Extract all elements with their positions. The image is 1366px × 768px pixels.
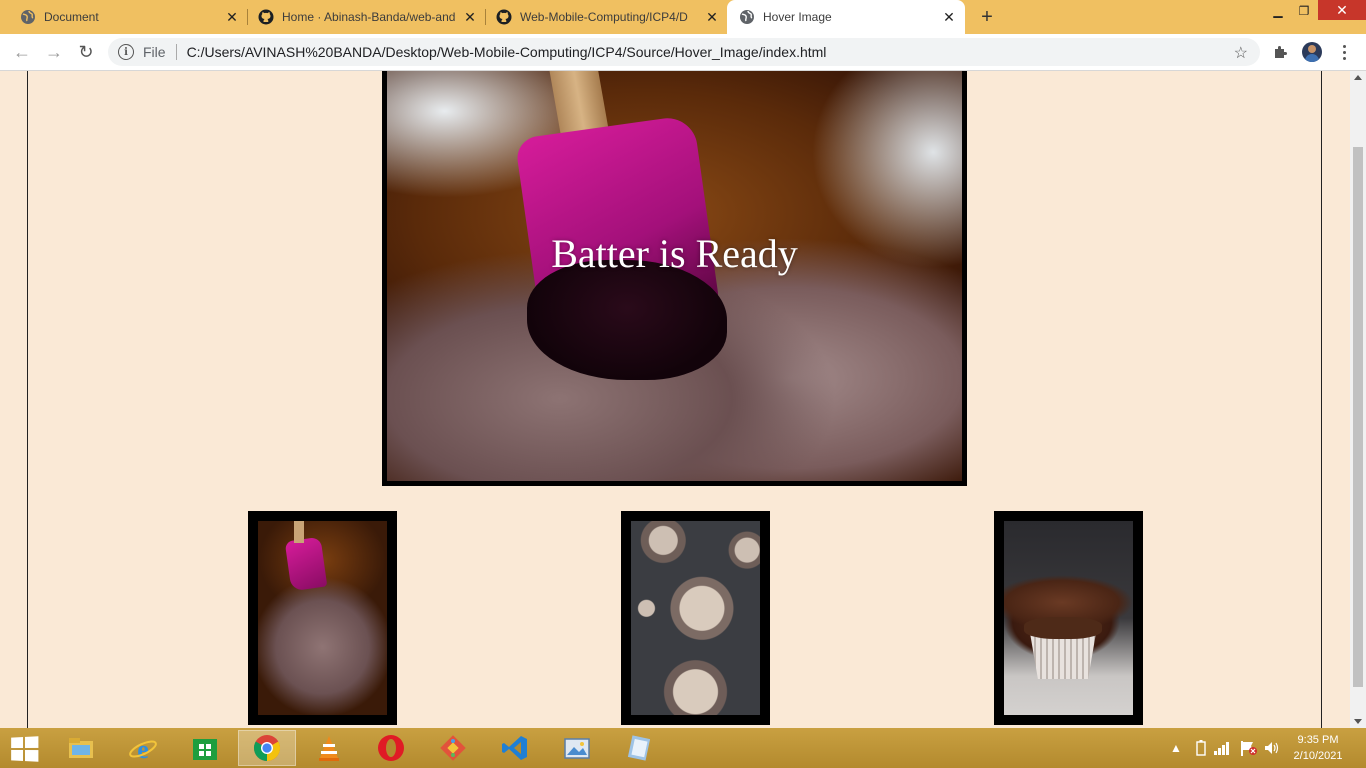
main-image-caption: Batter is Ready: [551, 231, 798, 276]
info-icon[interactable]: i: [118, 44, 134, 60]
close-tab-icon[interactable]: ✕: [941, 9, 957, 25]
photos-icon[interactable]: [548, 730, 606, 766]
spatula-tip-graphic: [527, 260, 727, 380]
page-border-right: [1321, 71, 1322, 728]
windows-start-icon[interactable]: [11, 736, 39, 762]
tab-title: Hover Image: [763, 10, 832, 24]
notepad-icon[interactable]: [610, 730, 668, 766]
new-tab-button[interactable]: +: [976, 6, 998, 28]
chrome-icon[interactable]: [238, 730, 296, 766]
more-menu-icon[interactable]: [1334, 42, 1354, 62]
main-image-batter: Batter is Ready: [387, 71, 962, 481]
globe-icon: [740, 10, 754, 24]
file-explorer-icon[interactable]: [52, 730, 110, 766]
scroll-up-arrow-icon[interactable]: [1354, 75, 1362, 80]
github-icon: [258, 9, 274, 25]
tab-hover-image[interactable]: Hover Image ✕: [727, 0, 965, 34]
globe-icon: [21, 10, 35, 24]
thumbnail-image: [631, 521, 760, 715]
tab-document[interactable]: Document ✕: [0, 0, 248, 34]
vscode-icon[interactable]: [486, 730, 544, 766]
battery-icon[interactable]: [1196, 728, 1206, 768]
vlc-icon[interactable]: [300, 730, 358, 766]
page-border-left: [27, 71, 28, 728]
forward-arrow-icon[interactable]: →: [42, 40, 66, 64]
extensions-puzzle-icon[interactable]: [1270, 42, 1290, 62]
tab-github-home[interactable]: Home · Abinash-Banda/web-and ✕: [238, 0, 486, 34]
address-bar[interactable]: i File C:/Users/AVINASH%20BANDA/Desktop/…: [108, 38, 1260, 66]
browser-toolbar: ← → ↻ i File C:/Users/AVINASH%20BANDA/De…: [0, 34, 1366, 71]
close-tab-icon[interactable]: ✕: [704, 9, 720, 25]
tab-title: Home · Abinash-Banda/web-and: [282, 10, 456, 24]
tab-strip: Document ✕ Home · Abinash-Banda/web-and …: [0, 0, 1366, 34]
internet-explorer-icon[interactable]: e: [114, 730, 172, 766]
clock-time: 9:35 PM: [1297, 734, 1339, 746]
windows-taskbar: e ▲ 9:35 PM 2/10/2021: [0, 728, 1366, 768]
tab-github-icp4[interactable]: Web-Mobile-Computing/ICP4/D ✕: [476, 0, 728, 34]
scrollbar-thumb[interactable]: [1353, 147, 1363, 687]
main-image-frame[interactable]: Batter is Ready: [382, 71, 967, 486]
scheme-label: File: [143, 44, 166, 60]
thumbnail-image: [258, 521, 387, 715]
scroll-down-arrow-icon[interactable]: [1354, 719, 1362, 724]
windows-store-icon[interactable]: [176, 730, 234, 766]
git-tool-icon[interactable]: [424, 730, 482, 766]
action-center-flag-icon[interactable]: [1240, 728, 1258, 768]
window-close-button[interactable]: ✕: [1318, 0, 1366, 20]
tab-title: Web-Mobile-Computing/ICP4/D: [520, 10, 688, 24]
taskbar-clock[interactable]: 9:35 PM 2/10/2021: [1288, 732, 1348, 764]
vertical-scrollbar[interactable]: [1350, 71, 1366, 728]
bookmark-star-icon[interactable]: ☆: [1234, 43, 1248, 63]
url-text[interactable]: C:/Users/AVINASH%20BANDA/Desktop/Web-Mob…: [187, 44, 827, 60]
opera-icon[interactable]: [362, 730, 420, 766]
clock-date: 2/10/2021: [1293, 750, 1343, 762]
thumbnail-batter[interactable]: [248, 511, 397, 725]
back-arrow-icon[interactable]: ←: [10, 40, 34, 64]
thumbnail-tins[interactable]: [621, 511, 770, 725]
restore-icon[interactable]: ❐: [1290, 0, 1318, 22]
omnibox-divider: [175, 44, 177, 60]
volume-icon[interactable]: [1264, 728, 1280, 768]
github-icon: [496, 9, 512, 25]
show-hidden-icons-icon[interactable]: ▲: [1170, 728, 1182, 768]
profile-avatar[interactable]: [1302, 42, 1322, 62]
reload-icon[interactable]: ↻: [74, 40, 98, 64]
signal-strength-icon[interactable]: [1214, 728, 1232, 768]
tab-title: Document: [44, 10, 99, 24]
minimize-icon[interactable]: ▁: [1264, 0, 1292, 22]
page-viewport: Batter is Ready: [0, 71, 1350, 728]
thumbnail-image: [1004, 521, 1133, 715]
svg-text:e: e: [137, 735, 149, 763]
thumbnail-cupcake[interactable]: [994, 511, 1143, 725]
